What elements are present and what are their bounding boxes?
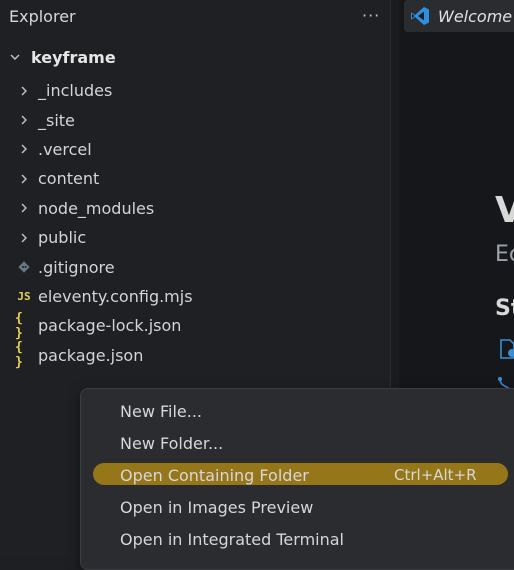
vscode-icon [411,7,429,25]
menu-item-open-containing-folder[interactable]: Open Containing Folder Ctrl+Alt+R [120,462,514,488]
tree-item-label: .gitignore [38,257,115,277]
menu-item-open-integrated-terminal[interactable]: Open in Integrated Terminal [120,526,514,552]
tree-item-package-json[interactable]: { } package.json [0,340,390,371]
tab-label: Welcome [438,6,513,26]
menu-item-label: Open in Integrated Terminal [120,529,344,549]
tree-item-eleventy-config[interactable]: JS eleventy.config.mjs [0,282,390,311]
chevron-down-icon [10,54,20,60]
context-menu: New File... New Folder... Open Containin… [80,388,514,570]
git-icon [18,261,30,273]
file-tree: _includes _site .vercel content node_mod… [0,76,390,370]
tree-item-label: _site [38,110,75,130]
menu-item-label: New Folder... [120,433,224,453]
tree-item-vercel[interactable]: .vercel [0,135,390,164]
tree-item-label: .vercel [38,139,92,159]
menu-item-shortcut: Ctrl+Alt+R [394,466,477,484]
tree-item-gitignore[interactable]: .gitignore [0,252,390,281]
tree-item-node-modules[interactable]: node_modules [0,194,390,223]
menu-item-label: Open in Images Preview [120,497,314,517]
chevron-right-icon [21,115,27,125]
json-icon: { } [15,310,23,341]
chevron-right-icon [21,144,27,154]
tab-welcome[interactable]: Welcome [404,0,514,32]
menu-item-new-file[interactable]: New File... [120,398,514,424]
tree-item-label: node_modules [38,198,155,218]
new-file-icon[interactable] [499,338,514,360]
tree-item-includes[interactable]: _includes [0,76,390,105]
chevron-right-icon [21,86,27,96]
tree-item-label: public [38,228,87,248]
tree-item-label: _includes [38,81,113,101]
js-icon: JS [17,289,31,303]
tree-item-label: package-lock.json [38,316,182,336]
chevron-right-icon [21,174,27,184]
menu-item-label: New File... [120,401,203,421]
root-folder-label: keyframe [31,47,116,67]
json-icon: { } [15,340,23,371]
tree-item-label: package.json [38,345,144,365]
root-folder[interactable]: keyframe [9,46,116,68]
tree-item-site[interactable]: _site [0,105,390,134]
welcome-subheading: Ec [495,242,514,267]
tree-item-label: eleventy.config.mjs [38,286,193,306]
tree-item-label: content [38,169,100,189]
chevron-right-icon [21,233,27,243]
welcome-heading: V [495,190,514,231]
more-horizontal-icon[interactable]: ··· [362,6,380,25]
menu-item-new-folder[interactable]: New Folder... [120,430,514,456]
tree-item-public[interactable]: public [0,223,390,252]
tree-item-package-lock[interactable]: { } package-lock.json [0,310,390,341]
tree-item-content[interactable]: content [0,164,390,193]
chevron-right-icon [21,203,27,213]
explorer-title: Explorer [9,7,76,26]
menu-item-open-images-preview[interactable]: Open in Images Preview [120,494,514,520]
menu-item-label: Open Containing Folder [120,465,309,485]
start-section-heading: St [495,296,514,321]
